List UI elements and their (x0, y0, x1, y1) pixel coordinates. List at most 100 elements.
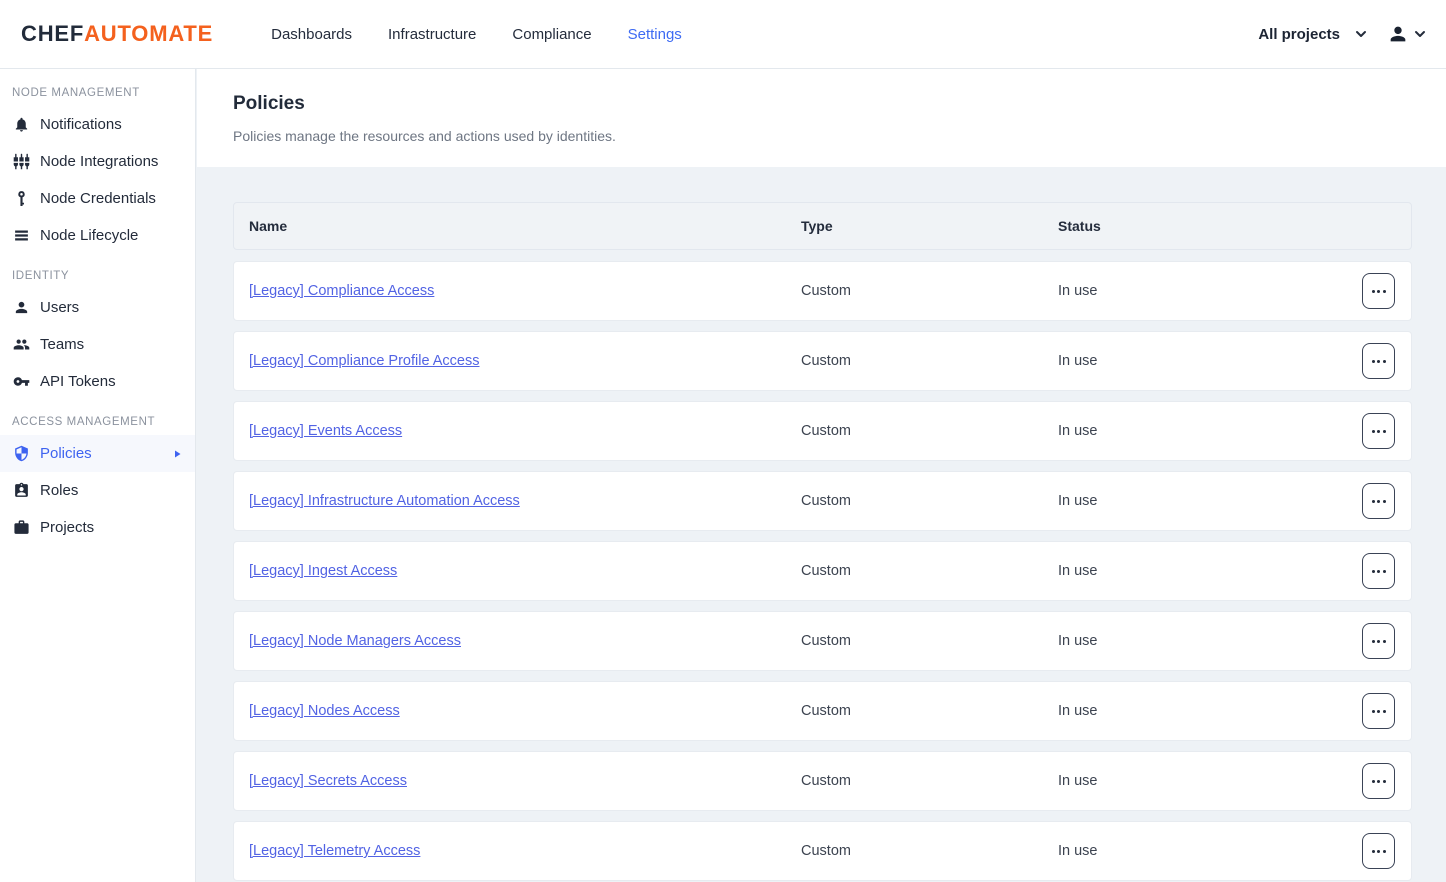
ellipsis-icon (1372, 360, 1375, 363)
settings-sidebar: NODE MANAGEMENT Notifications Node Integ… (0, 69, 196, 882)
sidebar-item-users[interactable]: Users (0, 289, 195, 326)
policy-status-cell: In use (1058, 423, 1362, 439)
column-header-status: Status (1058, 218, 1362, 234)
bell-icon (13, 116, 30, 133)
policy-name-link[interactable]: [Legacy] Nodes Access (249, 703, 400, 719)
policy-type-cell: Custom (801, 843, 1058, 859)
policy-name-link[interactable]: [Legacy] Infrastructure Automation Acces… (249, 493, 520, 509)
page-description: Policies manage the resources and action… (233, 128, 1410, 144)
ellipsis-icon (1372, 850, 1375, 853)
projects-filter-dropdown[interactable]: All projects (1258, 26, 1367, 43)
policy-name-link[interactable]: [Legacy] Secrets Access (249, 773, 407, 789)
more-options-button[interactable] (1362, 553, 1395, 589)
user-menu[interactable] (1387, 23, 1426, 45)
nav-infrastructure[interactable]: Infrastructure (388, 26, 476, 43)
sidebar-item-label: Policies (40, 445, 92, 462)
main-content: Policies Policies manage the resources a… (197, 69, 1446, 882)
policy-status-cell: In use (1058, 353, 1362, 369)
section-title: IDENTITY (0, 261, 195, 289)
logo-chef-text: CHEF (21, 21, 84, 46)
policy-type-cell: Custom (801, 283, 1058, 299)
sidebar-item-policies[interactable]: Policies (0, 435, 195, 472)
badge-icon (13, 482, 30, 499)
section-title: ACCESS MANAGEMENT (0, 407, 195, 435)
policy-name-link[interactable]: [Legacy] Telemetry Access (249, 843, 420, 859)
chevron-down-icon (1414, 28, 1426, 40)
ellipsis-icon (1372, 710, 1375, 713)
sidebar-item-label: Teams (40, 336, 84, 353)
shield-icon (13, 445, 30, 462)
policy-type-cell: Custom (801, 703, 1058, 719)
policy-status-cell: In use (1058, 703, 1362, 719)
more-options-button[interactable] (1362, 413, 1395, 449)
sidebar-item-node-integrations[interactable]: Node Integrations (0, 143, 195, 180)
topbar-right-controls: All projects (1258, 23, 1426, 45)
sidebar-item-notifications[interactable]: Notifications (0, 106, 195, 143)
policy-status-cell: In use (1058, 563, 1362, 579)
key-vertical-icon (13, 190, 30, 207)
person-icon (13, 299, 30, 316)
nav-settings[interactable]: Settings (628, 26, 682, 43)
table-row: [Legacy] Compliance Access Custom In use (233, 261, 1412, 321)
policies-table-area: Name Type Status [Legacy] Compliance Acc… (197, 167, 1446, 882)
sidebar-item-label: API Tokens (40, 373, 116, 390)
column-header-name: Name (249, 218, 801, 234)
sidebar-item-projects[interactable]: Projects (0, 509, 195, 546)
table-header-row: Name Type Status (233, 202, 1412, 250)
chevron-down-icon (1355, 28, 1367, 40)
sidebar-item-node-credentials[interactable]: Node Credentials (0, 180, 195, 217)
ellipsis-icon (1372, 290, 1375, 293)
nav-compliance[interactable]: Compliance (512, 26, 591, 43)
ellipsis-icon (1372, 570, 1375, 573)
policy-status-cell: In use (1058, 283, 1362, 299)
page-title: Policies (233, 93, 1410, 115)
table-row: [Legacy] Compliance Profile Access Custo… (233, 331, 1412, 391)
sidebar-item-label: Notifications (40, 116, 122, 133)
nav-dashboards[interactable]: Dashboards (271, 26, 352, 43)
more-options-button[interactable] (1362, 623, 1395, 659)
table-row: [Legacy] Secrets Access Custom In use (233, 751, 1412, 811)
policy-name-link[interactable]: [Legacy] Node Managers Access (249, 633, 461, 649)
more-options-button[interactable] (1362, 483, 1395, 519)
table-row: [Legacy] Ingest Access Custom In use (233, 541, 1412, 601)
more-options-button[interactable] (1362, 763, 1395, 799)
more-options-button[interactable] (1362, 833, 1395, 869)
sidebar-item-api-tokens[interactable]: API Tokens (0, 363, 195, 400)
sliders-icon (13, 153, 30, 170)
sidebar-item-label: Roles (40, 482, 78, 499)
page-header: Policies Policies manage the resources a… (197, 69, 1446, 167)
person-icon (1387, 23, 1409, 45)
chevron-right-icon (171, 448, 183, 460)
policy-type-cell: Custom (801, 493, 1058, 509)
sidebar-item-teams[interactable]: Teams (0, 326, 195, 363)
sidebar-item-label: Node Lifecycle (40, 227, 138, 244)
table-row: [Legacy] Telemetry Access Custom In use (233, 821, 1412, 881)
table-row: [Legacy] Infrastructure Automation Acces… (233, 471, 1412, 531)
policy-status-cell: In use (1058, 773, 1362, 789)
ellipsis-icon (1372, 500, 1375, 503)
more-options-button[interactable] (1362, 273, 1395, 309)
policy-name-link[interactable]: [Legacy] Compliance Access (249, 283, 434, 299)
more-options-button[interactable] (1362, 693, 1395, 729)
chef-automate-logo[interactable]: CHEFAUTOMATE (21, 21, 213, 47)
policy-name-link[interactable]: [Legacy] Compliance Profile Access (249, 353, 480, 369)
policy-type-cell: Custom (801, 633, 1058, 649)
more-options-button[interactable] (1362, 343, 1395, 379)
column-header-type: Type (801, 218, 1058, 234)
sidebar-item-roles[interactable]: Roles (0, 472, 195, 509)
briefcase-icon (13, 519, 30, 536)
policy-type-cell: Custom (801, 423, 1058, 439)
sidebar-item-label: Node Credentials (40, 190, 156, 207)
section-title: NODE MANAGEMENT (0, 78, 195, 106)
policy-status-cell: In use (1058, 493, 1362, 509)
policy-type-cell: Custom (801, 353, 1058, 369)
table-row: [Legacy] Nodes Access Custom In use (233, 681, 1412, 741)
policy-type-cell: Custom (801, 563, 1058, 579)
policy-type-cell: Custom (801, 773, 1058, 789)
list-icon (13, 227, 30, 244)
policy-name-link[interactable]: [Legacy] Ingest Access (249, 563, 397, 579)
policy-name-link[interactable]: [Legacy] Events Access (249, 423, 402, 439)
sidebar-item-node-lifecycle[interactable]: Node Lifecycle (0, 217, 195, 254)
primary-nav: Dashboards Infrastructure Compliance Set… (271, 26, 682, 43)
sidebar-section-access-management: ACCESS MANAGEMENT Policies Roles Project… (0, 407, 195, 546)
